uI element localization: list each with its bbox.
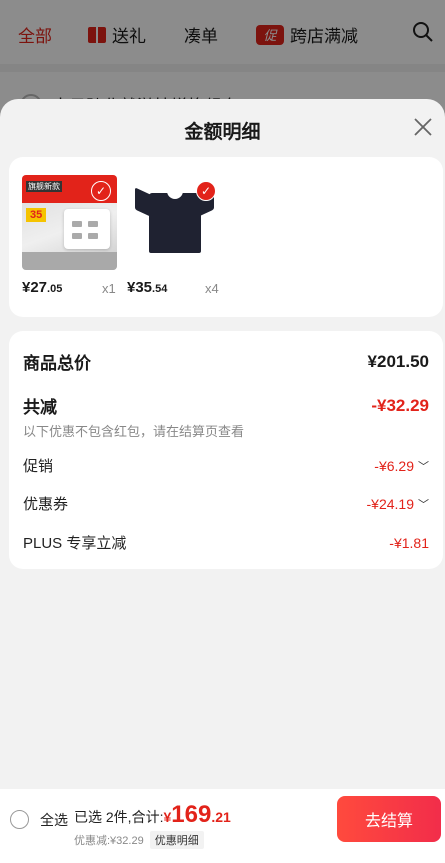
promo-value: -¥6.29 xyxy=(374,457,414,474)
product-qty: x1 xyxy=(102,281,116,296)
checked-icon[interactable]: ✓ xyxy=(196,181,216,201)
plus-label: PLUS 专享立减 xyxy=(23,535,127,552)
discount-line: 优惠减:¥32.29 优惠明细 xyxy=(74,831,204,849)
reduce-row: 共减 -¥32.29 xyxy=(23,393,429,418)
product-price: ¥35.54 xyxy=(127,279,167,296)
select-all-checkbox[interactable] xyxy=(10,810,29,829)
total-label: 商品总价 xyxy=(23,354,91,373)
product-image-charger: 旗舰新款 35 ✓ xyxy=(22,175,117,270)
price-int: ¥35 xyxy=(127,279,153,296)
checkout-bar: 全选 已选 2件,合计: ¥ 169 .21 优惠减:¥32.29 优惠明细 去… xyxy=(0,789,445,863)
currency-symbol: ¥ xyxy=(163,809,172,825)
checked-icon[interactable]: ✓ xyxy=(91,181,111,201)
checkout-button[interactable]: 去结算 xyxy=(337,796,441,842)
promo-row[interactable]: 促销 -¥6.29 ﹀ xyxy=(23,455,429,476)
reduce-note: 以下优惠不包含红包，请在结算页查看 xyxy=(23,424,245,439)
discount-detail-button[interactable]: 优惠明细 xyxy=(149,831,204,849)
selected-text: 已选 2件,合计: xyxy=(74,809,164,825)
coupon-label: 优惠券 xyxy=(23,496,69,513)
product-list-card: 旗舰新款 35 ✓ ¥27.05 x1 ✓ ¥35.54 x4 xyxy=(9,157,443,317)
chevron-down-icon: ﹀ xyxy=(418,460,429,473)
product-image-tshirt: ✓ xyxy=(127,175,222,270)
price-dec: .05 xyxy=(47,283,63,295)
promo-label: 促销 xyxy=(23,458,54,475)
product-image-promo: 35 xyxy=(26,208,47,222)
product-price: ¥27.05 xyxy=(22,279,62,296)
total-decimal: .21 xyxy=(211,809,231,825)
price-int: ¥27 xyxy=(22,279,48,296)
total-line: 已选 2件,合计: ¥ 169 .21 xyxy=(74,801,231,829)
price-summary-card: 商品总价 ¥201.50 共减 -¥32.29 以下优惠不包含红包，请在结算页查… xyxy=(9,331,443,569)
product-item-charger[interactable]: 旗舰新款 35 ✓ ¥27.05 x1 xyxy=(22,175,117,296)
product-qty: x4 xyxy=(205,281,219,296)
price-dec: .54 xyxy=(152,283,168,295)
close-icon[interactable] xyxy=(411,115,435,139)
product-item-tshirt[interactable]: ✓ ¥35.54 x4 xyxy=(127,175,222,296)
amount-detail-sheet: 金额明细 旗舰新款 35 ✓ ¥27.05 x1 ✓ ¥35.54 x4 商品总… xyxy=(0,99,445,863)
total-integer: 169 xyxy=(171,801,212,828)
coupon-row[interactable]: 优惠券 -¥24.19 ﹀ xyxy=(23,493,429,514)
total-value: ¥201.50 xyxy=(367,351,429,371)
coupon-value: -¥24.19 xyxy=(366,495,414,512)
total-row: 商品总价 ¥201.50 xyxy=(23,349,429,374)
reduce-value: -¥32.29 xyxy=(371,395,429,415)
discount-text: 优惠减:¥32.29 xyxy=(74,835,144,847)
chevron-down-icon: ﹀ xyxy=(418,498,429,511)
reduce-label: 共减 xyxy=(23,398,57,417)
product-image-tag: 旗舰新款 xyxy=(26,181,62,192)
plus-value: -¥1.81 xyxy=(389,534,429,551)
sheet-title: 金额明细 xyxy=(184,122,261,143)
plus-row: PLUS 专享立减 -¥1.81 xyxy=(23,532,429,553)
select-all-label[interactable]: 全选 xyxy=(40,810,68,830)
